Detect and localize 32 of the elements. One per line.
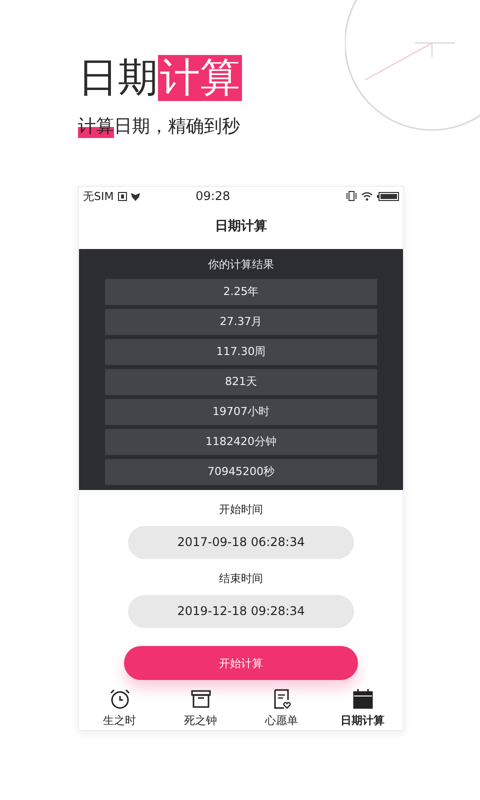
- result-row: 117.30周: [105, 339, 377, 365]
- tab[interactable]: 死之钟: [160, 688, 241, 728]
- alarm-clock-icon: [108, 688, 130, 710]
- calendar-icon: [352, 688, 374, 710]
- calculate-button[interactable]: 开始计算: [124, 646, 358, 680]
- screen-title: 日期计算: [215, 218, 267, 236]
- time-label: 开始时间: [219, 502, 263, 517]
- wifi-icon: [361, 191, 373, 201]
- status-time: 09:28: [194, 189, 232, 203]
- tab[interactable]: 心愿单: [241, 688, 322, 728]
- result-row: 1182420分钟: [105, 429, 377, 455]
- tab[interactable]: 日期计算: [322, 688, 403, 728]
- headline-highlight: 计算: [158, 55, 242, 101]
- result-row: 2.25年: [105, 279, 377, 305]
- carrier-text: 无SIM: [83, 188, 114, 204]
- sim-icon: [118, 192, 127, 200]
- shield-icon: [130, 192, 140, 200]
- subtitle: 日期，精确到秒: [114, 115, 240, 138]
- battery-icon: [377, 192, 399, 200]
- time-label: 结束时间: [219, 571, 263, 586]
- tab[interactable]: 生之时: [79, 688, 160, 728]
- vibrate-icon: [346, 191, 357, 201]
- headline: 日期: [78, 55, 158, 101]
- time-field[interactable]: 2019-12-18 09:28:34: [128, 595, 354, 628]
- result-row: 821天: [105, 369, 377, 395]
- result-row: 70945200秒: [105, 459, 377, 485]
- results-heading: 你的计算结果: [208, 257, 274, 273]
- box-icon: [190, 688, 212, 710]
- subtitle-highlight: 计算: [78, 114, 114, 138]
- result-row: 19707小时: [105, 399, 377, 425]
- result-row: 27.37月: [105, 309, 377, 335]
- time-field[interactable]: 2017-09-18 06:28:34: [128, 526, 354, 559]
